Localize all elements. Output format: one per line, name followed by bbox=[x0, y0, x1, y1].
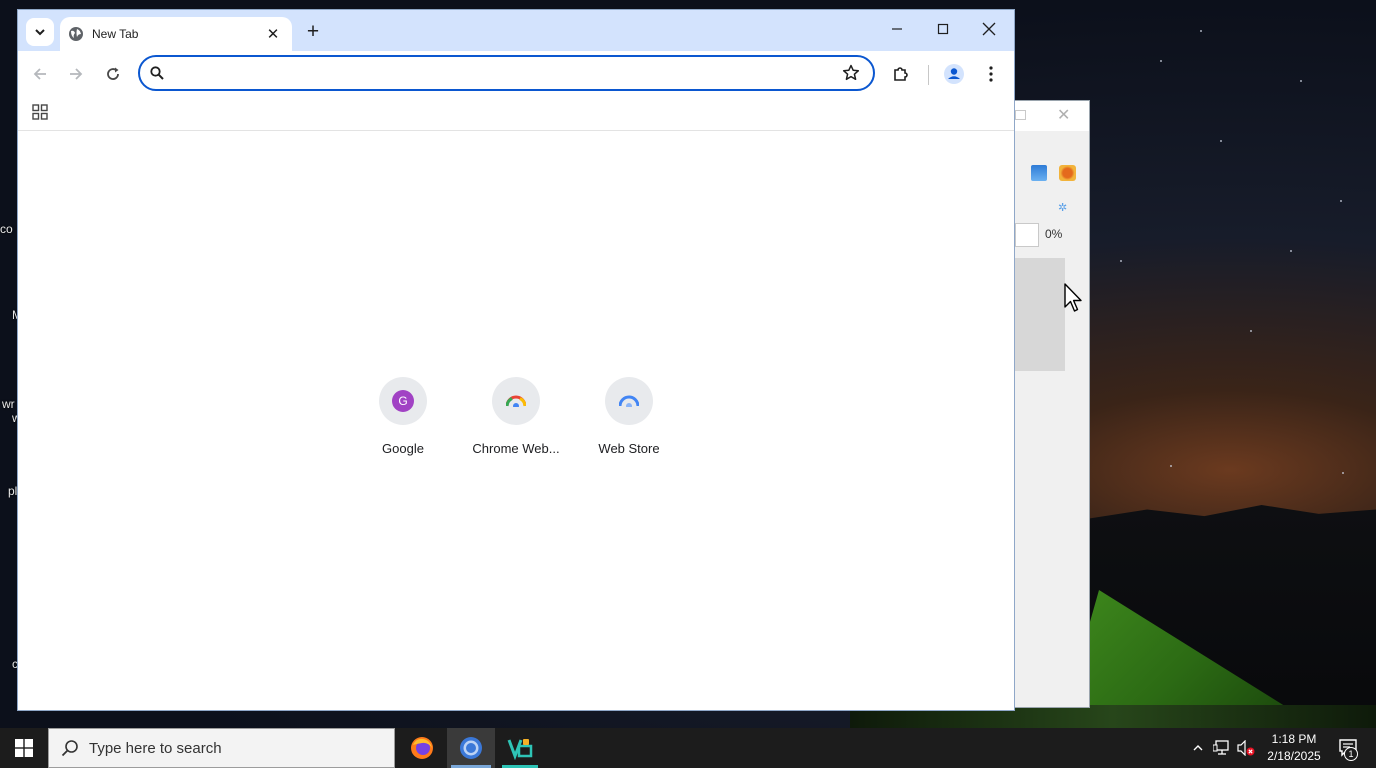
taskbar-app-code-editor[interactable] bbox=[496, 728, 544, 768]
shortcut-google[interactable]: G Google bbox=[347, 377, 459, 469]
shortcut-icon-circle bbox=[492, 377, 540, 425]
address-bar[interactable] bbox=[138, 55, 875, 91]
preview-panel bbox=[1015, 258, 1065, 371]
reload-button[interactable] bbox=[98, 59, 128, 89]
star-icon[interactable] bbox=[841, 63, 861, 83]
toolbar-chart-icon[interactable] bbox=[1031, 165, 1047, 181]
arrow-left-icon bbox=[33, 68, 46, 80]
desktop-icon-label[interactable]: co bbox=[0, 222, 13, 236]
minimize-button[interactable] bbox=[874, 10, 920, 48]
taskbar-search-box[interactable] bbox=[48, 728, 395, 768]
extensions-button[interactable] bbox=[886, 59, 916, 89]
shortcut-label: Google bbox=[382, 441, 424, 456]
forward-button[interactable] bbox=[61, 59, 91, 89]
chrome-icon bbox=[460, 737, 482, 759]
close-icon bbox=[982, 22, 996, 36]
reload-icon bbox=[107, 67, 119, 80]
search-icon bbox=[61, 740, 78, 757]
search-icon bbox=[150, 66, 164, 80]
webstore-icon bbox=[619, 395, 639, 407]
clock-date: 2/18/2025 bbox=[1267, 749, 1321, 763]
taskbar-app-firefox[interactable] bbox=[398, 728, 446, 768]
minimize-icon bbox=[892, 28, 902, 30]
maximize-icon[interactable] bbox=[1015, 110, 1026, 120]
tab-new-tab[interactable]: New Tab ✕ bbox=[60, 17, 292, 51]
google-letter-icon: G bbox=[392, 390, 414, 412]
profile-button[interactable] bbox=[939, 59, 969, 89]
pin-icon[interactable]: ✲ bbox=[1058, 201, 1067, 214]
shortcut-chrome-web-store[interactable]: Chrome Web... bbox=[460, 377, 572, 469]
taskbar: 1:18 PM 2/18/2025 1 bbox=[0, 728, 1376, 768]
shortcut-label: Web Store bbox=[598, 441, 660, 456]
new-tab-button[interactable]: + bbox=[300, 19, 326, 45]
windows-logo-icon bbox=[15, 739, 33, 757]
taskbar-search-input[interactable] bbox=[89, 739, 379, 757]
mouse-cursor-icon bbox=[1064, 283, 1082, 312]
notification-count-badge: 1 bbox=[1344, 747, 1358, 761]
taskbar-app-chrome[interactable] bbox=[447, 728, 495, 768]
puzzle-icon bbox=[894, 67, 908, 81]
menu-button[interactable] bbox=[976, 59, 1006, 89]
globe-icon bbox=[69, 27, 83, 41]
shortcut-icon-circle bbox=[605, 377, 653, 425]
new-tab-page: G Google Chrome Web... Web Store bbox=[18, 131, 1014, 710]
address-input[interactable] bbox=[174, 63, 814, 83]
network-status[interactable] bbox=[1212, 738, 1232, 758]
person-icon bbox=[944, 64, 964, 84]
apps-grid-icon bbox=[32, 104, 48, 120]
desktop-icon-label[interactable]: wr bbox=[2, 397, 15, 411]
shortcut-web-store[interactable]: Web Store bbox=[573, 377, 685, 469]
browser-toolbar bbox=[18, 51, 1014, 95]
progress-field bbox=[1015, 223, 1039, 247]
chevron-down-icon bbox=[35, 29, 45, 36]
shortcut-icon-circle: G bbox=[379, 377, 427, 425]
action-center-button[interactable]: 1 bbox=[1330, 728, 1366, 768]
start-button[interactable] bbox=[0, 728, 48, 768]
close-icon[interactable]: ✕ bbox=[1057, 105, 1070, 125]
network-icon bbox=[1213, 740, 1229, 755]
show-hidden-icons-button[interactable] bbox=[1188, 738, 1208, 758]
progress-percent: 0% bbox=[1045, 227, 1063, 241]
tab-title: New Tab bbox=[92, 27, 139, 41]
back-button[interactable] bbox=[25, 59, 55, 89]
speaker-muted-icon bbox=[1237, 740, 1255, 756]
clock-time: 1:18 PM bbox=[1271, 732, 1317, 746]
chrome-window: New Tab ✕ + G Google Chrome Web... Web S… bbox=[18, 10, 1014, 710]
desktop-icon-label[interactable]: pl bbox=[8, 484, 17, 498]
volume-control[interactable] bbox=[1236, 738, 1256, 758]
chrome-webstore-icon bbox=[506, 395, 526, 407]
system-clock[interactable]: 1:18 PM 2/18/2025 bbox=[1258, 731, 1330, 765]
tab-search-button[interactable] bbox=[26, 18, 54, 46]
chevron-up-icon bbox=[1193, 745, 1203, 751]
shortcut-label: Chrome Web... bbox=[472, 441, 560, 456]
toolbar-separator bbox=[928, 65, 929, 85]
three-dots-icon bbox=[989, 66, 993, 82]
maximize-button[interactable] bbox=[920, 10, 966, 48]
background-window-titlebar[interactable]: ✕ bbox=[1001, 101, 1089, 131]
arrow-right-icon bbox=[70, 68, 83, 80]
code-editor-icon bbox=[507, 739, 533, 760]
browser-titlebar[interactable]: New Tab ✕ + bbox=[18, 10, 1014, 51]
close-window-button[interactable] bbox=[966, 10, 1012, 48]
tab-close-button[interactable]: ✕ bbox=[264, 25, 282, 43]
firefox-icon bbox=[411, 737, 433, 759]
maximize-icon bbox=[937, 23, 949, 35]
bookmarks-bar bbox=[18, 95, 1014, 131]
apps-button[interactable] bbox=[28, 100, 52, 124]
toolbar-image-icon[interactable] bbox=[1059, 165, 1076, 181]
